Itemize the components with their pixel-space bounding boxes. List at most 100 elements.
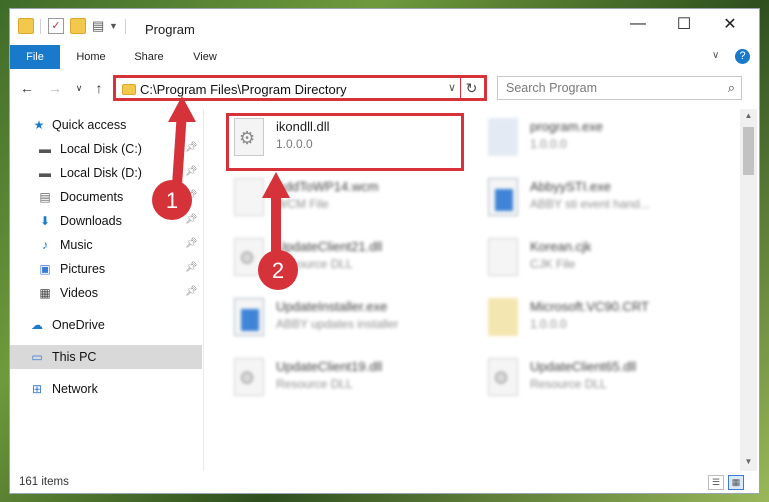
manifest-file-icon	[488, 298, 518, 336]
nav-item-videos[interactable]: ▦ Videos 📌︎	[10, 281, 202, 305]
recent-locations-icon[interactable]: ∨	[70, 79, 88, 97]
nav-label: OneDrive	[52, 318, 105, 332]
gear-icon: ⚙	[493, 368, 510, 388]
file-name: program.exe	[530, 119, 603, 134]
search-input[interactable]: Search Program	[506, 81, 597, 95]
up-arrow-icon[interactable]: ↑	[90, 79, 108, 97]
customize-quick-access-icon[interactable]: ▤	[92, 18, 108, 34]
minimize-button[interactable]: —	[615, 9, 661, 39]
file-name: AbbyySTI.exe	[530, 179, 611, 194]
computer-icon: ▭	[31, 350, 43, 364]
file-list: ⚙ ikondll.dll 1.0.0.0 program.exe 1.0.0.…	[206, 109, 736, 471]
gear-icon: ⚙	[239, 368, 256, 388]
nav-item-local-disk-d[interactable]: ▬ Local Disk (D:) 📌︎	[10, 161, 202, 185]
dll-file-icon: ⚙	[234, 358, 264, 396]
separator	[40, 19, 41, 34]
nav-item-downloads[interactable]: ⬇ Downloads 📌︎	[10, 209, 202, 233]
file-version: 1.0.0.0	[530, 317, 567, 331]
refresh-button[interactable]: ↻	[460, 78, 482, 98]
tab-view[interactable]: View	[182, 45, 228, 69]
exe-file-icon	[488, 178, 518, 216]
folder-icon	[18, 18, 34, 34]
scroll-up-icon[interactable]: ▲	[743, 111, 754, 123]
window-title: Program	[145, 22, 195, 37]
search-box[interactable]: Search Program ⌕	[497, 76, 742, 100]
chevron-down-icon[interactable]: ∨	[712, 50, 719, 61]
file-item-updateclient65[interactable]: ⚙ UpdateClient65.dll Resource DLL	[482, 354, 717, 402]
download-icon: ⬇	[39, 214, 51, 228]
file-type: ABBY sti event hand...	[530, 197, 650, 211]
nav-label: Documents	[60, 190, 124, 204]
pin-icon[interactable]: 📌︎	[185, 166, 198, 177]
music-icon: ♪	[42, 238, 48, 252]
nav-item-onedrive[interactable]: ☁ OneDrive	[10, 313, 202, 337]
tab-home[interactable]: Home	[68, 45, 114, 69]
dll-file-icon: ⚙	[488, 358, 518, 396]
nav-item-local-disk-c[interactable]: ▬ Local Disk (C:) 📌︎	[10, 137, 202, 161]
pin-icon[interactable]: 📌︎	[185, 214, 198, 225]
search-icon[interactable]: ⌕	[728, 80, 735, 96]
pin-icon[interactable]: 📌︎	[185, 238, 198, 249]
file-name: Korean.cjk	[530, 239, 592, 254]
pin-icon[interactable]: 📌︎	[185, 142, 198, 153]
chevron-down-icon[interactable]: ∨	[448, 81, 456, 94]
properties-icon[interactable]: ✓	[48, 18, 64, 34]
forward-arrow-icon[interactable]: →	[46, 79, 64, 97]
tab-file[interactable]: File	[10, 45, 60, 69]
pictures-icon: ▣	[39, 262, 51, 276]
nav-label: Local Disk (C:)	[60, 142, 142, 156]
file-explorer-window: ✓ ▤ ▼ Program — ☐ ✕ File Home Share View…	[9, 8, 760, 494]
pin-icon[interactable]: 📌︎	[185, 190, 198, 201]
scroll-thumb[interactable]	[743, 127, 754, 175]
nav-item-music[interactable]: ♪ Music 📌︎	[10, 233, 202, 257]
file-name: UpdateClient65.dll	[530, 359, 637, 374]
file-type: WCM File	[276, 197, 329, 211]
details-view-icon[interactable]: ☰	[708, 475, 724, 490]
file-item-updateclient19[interactable]: ⚙ UpdateClient19.dll Resource DLL	[228, 354, 463, 402]
address-row: ← → ∨ ↑ C:\Program Files\Program Directo…	[10, 73, 759, 103]
nav-item-documents[interactable]: ▤ Documents 📌︎	[10, 185, 202, 209]
vertical-scrollbar[interactable]: ▲ ▼	[740, 109, 757, 471]
address-path[interactable]: C:\Program Files\Program Directory	[140, 82, 347, 97]
file-type: Resource DLL	[276, 257, 353, 271]
title-bar: ✓ ▤ ▼ Program — ☐ ✕	[10, 9, 759, 44]
pin-icon[interactable]: 📌︎	[185, 286, 198, 297]
back-arrow-icon[interactable]: ←	[18, 79, 36, 97]
navigation-pane: ★ Quick access ▬ Local Disk (C:) 📌︎ ▬ Lo…	[10, 109, 202, 471]
drive-icon: ▬	[39, 166, 51, 180]
address-bar[interactable]: C:\Program Files\Program Directory ∨ ↻	[113, 75, 487, 101]
large-icons-view-icon[interactable]: ▦	[728, 475, 744, 490]
folder-icon	[122, 84, 136, 95]
file-type: Resource DLL	[530, 377, 607, 391]
chevron-down-icon[interactable]: ▼	[109, 18, 125, 34]
item-count: 161 items	[19, 476, 69, 488]
cloud-icon: ☁	[31, 318, 43, 332]
maximize-button[interactable]: ☐	[661, 9, 707, 39]
help-icon[interactable]: ?	[735, 49, 750, 64]
new-folder-icon[interactable]	[70, 18, 86, 34]
file-item-microsoft-vc90-crt[interactable]: Microsoft.VC90.CRT 1.0.0.0	[482, 294, 717, 342]
status-bar: 161 items ☰ ▦	[10, 472, 759, 494]
file-item-addtowp14[interactable]: AddToWP14.wcm WCM File	[228, 174, 463, 222]
nav-item-network[interactable]: ⊞ Network	[10, 377, 202, 401]
nav-label: Downloads	[60, 214, 122, 228]
file-item-updateinstaller[interactable]: UpdateInstaller.exe ABBY updates install…	[228, 294, 463, 342]
nav-item-pictures[interactable]: ▣ Pictures 📌︎	[10, 257, 202, 281]
file-type: CJK File	[530, 257, 576, 271]
nav-item-this-pc[interactable]: ▭ This PC	[10, 345, 202, 369]
tab-share[interactable]: Share	[126, 45, 172, 69]
pane-divider[interactable]	[203, 109, 204, 471]
drive-icon: ▬	[39, 142, 51, 156]
close-button[interactable]: ✕	[707, 9, 753, 39]
nav-item-quick-access[interactable]: ★ Quick access	[10, 113, 202, 137]
file-item-korean-cjk[interactable]: Korean.cjk CJK File	[482, 234, 717, 282]
file-item-abbyysti[interactable]: AbbyySTI.exe ABBY sti event hand...	[482, 174, 717, 222]
nav-label: This PC	[52, 350, 97, 364]
exe-file-icon	[234, 298, 264, 336]
file-item-updateclient21[interactable]: ⚙ UpdateClient21.dll Resource DLL	[228, 234, 463, 282]
pin-icon[interactable]: 📌︎	[185, 262, 198, 273]
scroll-down-icon[interactable]: ▼	[743, 457, 754, 469]
file-item-program-exe[interactable]: program.exe 1.0.0.0	[482, 114, 717, 162]
file-name: Microsoft.VC90.CRT	[530, 299, 649, 314]
network-icon: ⊞	[31, 382, 43, 396]
